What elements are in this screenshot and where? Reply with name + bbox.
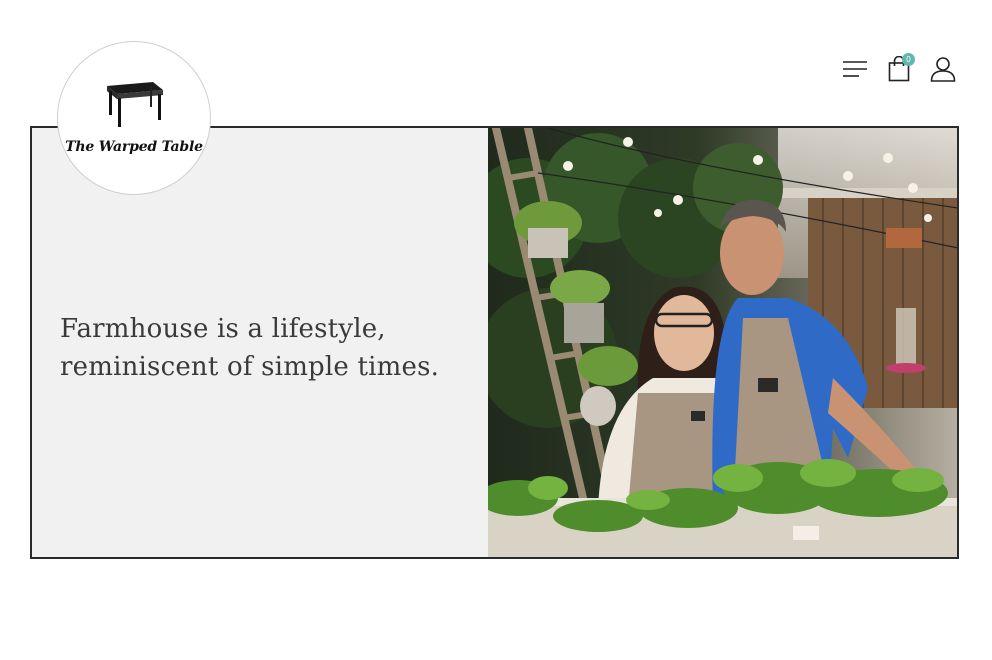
menu-button[interactable] — [840, 56, 870, 86]
header-actions: 0 — [840, 53, 958, 86]
hero-tagline: Farmhouse is a lifestyle, reminiscent of… — [60, 313, 440, 382]
site-logo[interactable]: The Warped Table — [57, 41, 211, 195]
brand-name: The Warped Table — [65, 139, 203, 155]
user-icon — [930, 56, 956, 87]
hero-image — [488, 128, 957, 557]
page: 0 Farmhouse is a lifestyle, reminiscent … — [0, 0, 992, 660]
cart-button[interactable]: 0 — [884, 53, 915, 86]
table-icon — [103, 78, 165, 133]
account-button[interactable] — [928, 56, 958, 86]
cart-count-badge: 0 — [902, 53, 915, 66]
photo-couple-garden — [488, 128, 957, 557]
hero-section: Farmhouse is a lifestyle, reminiscent of… — [30, 126, 959, 559]
hero-text-panel: Farmhouse is a lifestyle, reminiscent of… — [32, 128, 488, 557]
menu-icon — [842, 60, 868, 83]
